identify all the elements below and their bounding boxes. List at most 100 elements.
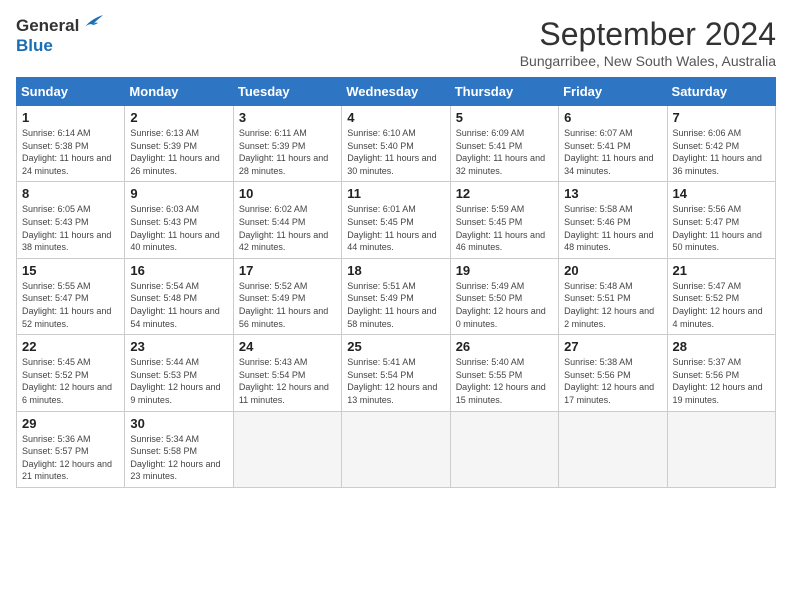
calendar-day-cell: 6 Sunrise: 6:07 AMSunset: 5:41 PMDaylight… [559, 106, 667, 182]
logo: General Blue [16, 16, 105, 56]
day-info: Sunrise: 5:48 AMSunset: 5:51 PMDaylight:… [564, 280, 661, 330]
day-info: Sunrise: 5:43 AMSunset: 5:54 PMDaylight:… [239, 356, 336, 406]
day-info: Sunrise: 5:59 AMSunset: 5:45 PMDaylight:… [456, 203, 553, 253]
day-info: Sunrise: 6:10 AMSunset: 5:40 PMDaylight:… [347, 127, 444, 177]
day-number: 25 [347, 339, 444, 354]
day-number: 27 [564, 339, 661, 354]
calendar-table: SundayMondayTuesdayWednesdayThursdayFrid… [16, 77, 776, 488]
day-number: 12 [456, 186, 553, 201]
calendar-day-cell: 16Sunrise: 5:54 AMSunset: 5:48 PMDayligh… [125, 258, 233, 334]
calendar-day-cell: 18 Sunrise: 5:51 AMSunset: 5:49 PMDayligh… [342, 258, 450, 334]
calendar-day-cell: 24 Sunrise: 5:43 AMSunset: 5:54 PMDayligh… [233, 335, 341, 411]
day-info: Sunrise: 6:11 AMSunset: 5:39 PMDaylight:… [239, 127, 336, 177]
day-info: Sunrise: 5:55 AMSunset: 5:47 PMDaylight:… [22, 280, 119, 330]
calendar-week-row: 29 Sunrise: 5:36 AMSunset: 5:57 PMDayligh… [17, 411, 776, 487]
month-title: September 2024 [520, 16, 776, 53]
col-header-friday: Friday [559, 78, 667, 106]
calendar-week-row: 1 Sunrise: 6:14 AMSunset: 5:38 PMDaylight… [17, 106, 776, 182]
calendar-day-cell: 30 Sunrise: 5:34 AMSunset: 5:58 PMDayligh… [125, 411, 233, 487]
day-info: Sunrise: 5:34 AMSunset: 5:58 PMDaylight:… [130, 433, 227, 483]
calendar-day-cell: 29 Sunrise: 5:36 AMSunset: 5:57 PMDayligh… [17, 411, 125, 487]
calendar-day-cell: 7 Sunrise: 6:06 AMSunset: 5:42 PMDaylight… [667, 106, 775, 182]
calendar-day-cell: 2 Sunrise: 6:13 AMSunset: 5:39 PMDaylight… [125, 106, 233, 182]
col-header-tuesday: Tuesday [233, 78, 341, 106]
day-number: 26 [456, 339, 553, 354]
day-info: Sunrise: 5:56 AMSunset: 5:47 PMDaylight:… [673, 203, 770, 253]
day-info: Sunrise: 6:01 AMSunset: 5:45 PMDaylight:… [347, 203, 444, 253]
calendar-day-cell: 26 Sunrise: 5:40 AMSunset: 5:55 PMDayligh… [450, 335, 558, 411]
day-number: 23 [130, 339, 227, 354]
day-number: 2 [130, 110, 227, 125]
calendar-day-cell: 12 Sunrise: 5:59 AMSunset: 5:45 PMDayligh… [450, 182, 558, 258]
day-info: Sunrise: 5:51 AMSunset: 5:49 PMDaylight:… [347, 280, 444, 330]
day-number: 20 [564, 263, 661, 278]
day-info: Sunrise: 5:37 AMSunset: 5:56 PMDaylight:… [673, 356, 770, 406]
col-header-sunday: Sunday [17, 78, 125, 106]
day-info: Sunrise: 5:52 AMSunset: 5:49 PMDaylight:… [239, 280, 336, 330]
day-number: 4 [347, 110, 444, 125]
calendar-day-cell: 20 Sunrise: 5:48 AMSunset: 5:51 PMDayligh… [559, 258, 667, 334]
day-number: 16 [130, 263, 227, 278]
calendar-day-cell: 17 Sunrise: 5:52 AMSunset: 5:49 PMDayligh… [233, 258, 341, 334]
calendar-day-cell [450, 411, 558, 487]
calendar-day-cell: 23 Sunrise: 5:44 AMSunset: 5:53 PMDayligh… [125, 335, 233, 411]
day-number: 18 [347, 263, 444, 278]
day-info: Sunrise: 5:38 AMSunset: 5:56 PMDaylight:… [564, 356, 661, 406]
day-info: Sunrise: 6:14 AMSunset: 5:38 PMDaylight:… [22, 127, 119, 177]
day-info: Sunrise: 5:36 AMSunset: 5:57 PMDaylight:… [22, 433, 119, 483]
calendar-day-cell: 25 Sunrise: 5:41 AMSunset: 5:54 PMDayligh… [342, 335, 450, 411]
day-number: 3 [239, 110, 336, 125]
calendar-day-cell [667, 411, 775, 487]
day-info: Sunrise: 6:06 AMSunset: 5:42 PMDaylight:… [673, 127, 770, 177]
day-info: Sunrise: 5:40 AMSunset: 5:55 PMDaylight:… [456, 356, 553, 406]
day-number: 7 [673, 110, 770, 125]
logo-bird-icon [83, 13, 105, 36]
calendar-day-cell: 10Sunrise: 6:02 AMSunset: 5:44 PMDayligh… [233, 182, 341, 258]
calendar-week-row: 15Sunrise: 5:55 AMSunset: 5:47 PMDayligh… [17, 258, 776, 334]
title-block: September 2024 Bungarribee, New South Wa… [520, 16, 776, 69]
calendar-day-cell: 28 Sunrise: 5:37 AMSunset: 5:56 PMDayligh… [667, 335, 775, 411]
day-info: Sunrise: 5:49 AMSunset: 5:50 PMDaylight:… [456, 280, 553, 330]
day-info: Sunrise: 6:13 AMSunset: 5:39 PMDaylight:… [130, 127, 227, 177]
day-info: Sunrise: 6:09 AMSunset: 5:41 PMDaylight:… [456, 127, 553, 177]
day-number: 21 [673, 263, 770, 278]
day-number: 19 [456, 263, 553, 278]
day-number: 17 [239, 263, 336, 278]
day-info: Sunrise: 5:44 AMSunset: 5:53 PMDaylight:… [130, 356, 227, 406]
calendar-day-cell: 9Sunrise: 6:03 AMSunset: 5:43 PMDaylight… [125, 182, 233, 258]
day-number: 14 [673, 186, 770, 201]
calendar-header-row: SundayMondayTuesdayWednesdayThursdayFrid… [17, 78, 776, 106]
col-header-thursday: Thursday [450, 78, 558, 106]
day-number: 30 [130, 416, 227, 431]
day-number: 5 [456, 110, 553, 125]
logo-general: General [16, 16, 79, 36]
calendar-day-cell: 27 Sunrise: 5:38 AMSunset: 5:56 PMDayligh… [559, 335, 667, 411]
calendar-day-cell: 15Sunrise: 5:55 AMSunset: 5:47 PMDayligh… [17, 258, 125, 334]
calendar-day-cell: 1 Sunrise: 6:14 AMSunset: 5:38 PMDaylight… [17, 106, 125, 182]
day-number: 28 [673, 339, 770, 354]
day-number: 8 [22, 186, 119, 201]
calendar-week-row: 22 Sunrise: 5:45 AMSunset: 5:52 PMDayligh… [17, 335, 776, 411]
day-number: 1 [22, 110, 119, 125]
day-info: Sunrise: 5:45 AMSunset: 5:52 PMDaylight:… [22, 356, 119, 406]
day-number: 13 [564, 186, 661, 201]
calendar-day-cell [559, 411, 667, 487]
day-info: Sunrise: 5:41 AMSunset: 5:54 PMDaylight:… [347, 356, 444, 406]
day-number: 6 [564, 110, 661, 125]
day-number: 11 [347, 186, 444, 201]
logo-blue: Blue [16, 36, 53, 55]
calendar-day-cell: 22 Sunrise: 5:45 AMSunset: 5:52 PMDayligh… [17, 335, 125, 411]
day-info: Sunrise: 6:07 AMSunset: 5:41 PMDaylight:… [564, 127, 661, 177]
day-number: 22 [22, 339, 119, 354]
day-number: 29 [22, 416, 119, 431]
calendar-day-cell: 14 Sunrise: 5:56 AMSunset: 5:47 PMDayligh… [667, 182, 775, 258]
day-number: 24 [239, 339, 336, 354]
day-info: Sunrise: 6:05 AMSunset: 5:43 PMDaylight:… [22, 203, 119, 253]
col-header-monday: Monday [125, 78, 233, 106]
col-header-saturday: Saturday [667, 78, 775, 106]
calendar-day-cell: 11 Sunrise: 6:01 AMSunset: 5:45 PMDayligh… [342, 182, 450, 258]
day-info: Sunrise: 5:58 AMSunset: 5:46 PMDaylight:… [564, 203, 661, 253]
day-info: Sunrise: 6:02 AMSunset: 5:44 PMDaylight:… [239, 203, 336, 253]
calendar-week-row: 8 Sunrise: 6:05 AMSunset: 5:43 PMDaylight… [17, 182, 776, 258]
calendar-day-cell: 8 Sunrise: 6:05 AMSunset: 5:43 PMDaylight… [17, 182, 125, 258]
